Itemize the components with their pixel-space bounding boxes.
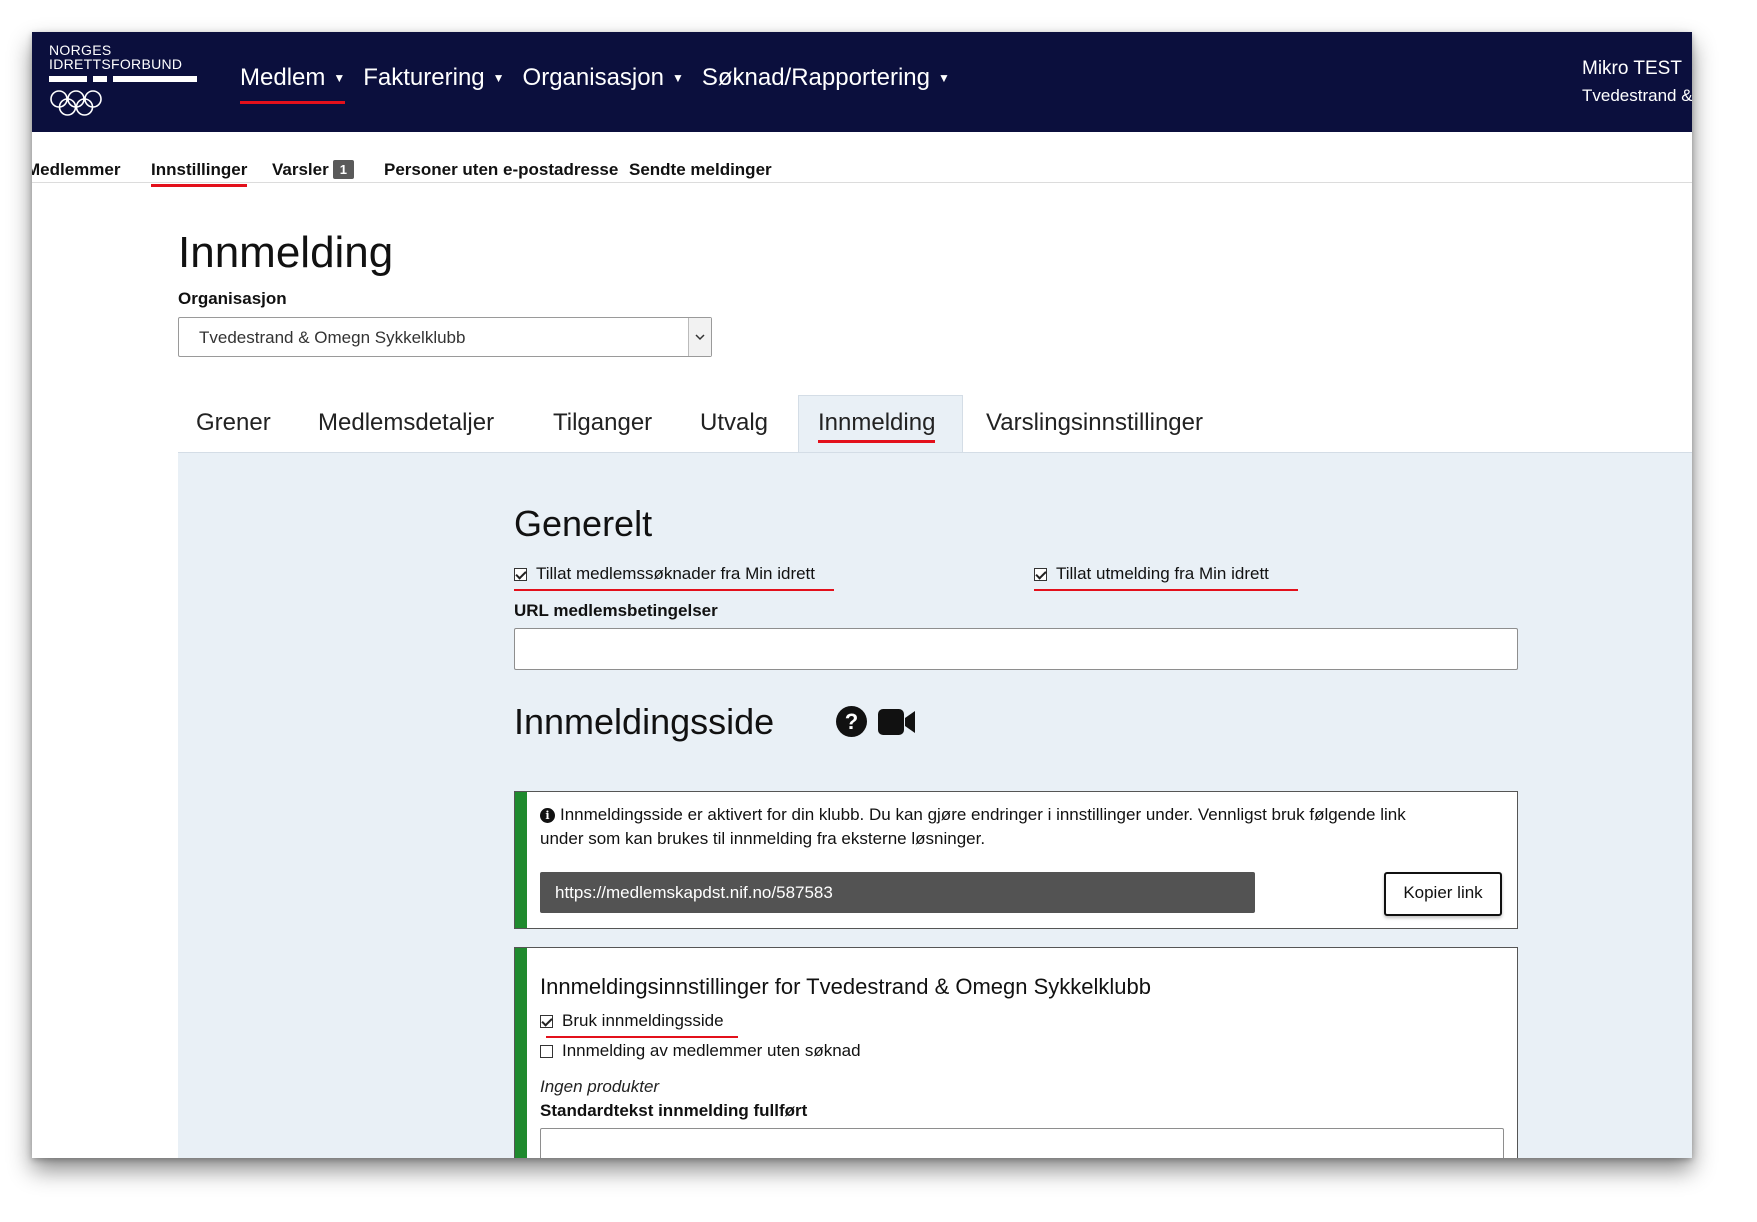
highlight-underline xyxy=(1034,589,1298,591)
tab-grener[interactable]: Grener xyxy=(196,409,271,437)
innmeldingsside-info-box: i Innmeldingsside er aktivert for din klu… xyxy=(514,791,1518,929)
user-club: Tvedestrand & xyxy=(1582,86,1692,105)
tab-medlemsdetaljer[interactable]: Medlemsdetaljer xyxy=(318,409,494,437)
top-navbar: NORGES IDRETTSFORBUND Medlem ▼ Fakturerin… xyxy=(32,32,1692,132)
info-message: i Innmeldingsside er aktivert for din klu… xyxy=(540,803,1406,827)
video-camera-icon[interactable] xyxy=(878,709,916,735)
highlight-underline xyxy=(546,1036,738,1038)
highlight-underline xyxy=(514,589,834,591)
subnav-sendte-meldinger[interactable]: Sendte meldinger xyxy=(629,160,772,180)
use-signup-page-label: Bruk innmeldingsside xyxy=(562,1011,724,1030)
standard-text-textarea[interactable] xyxy=(540,1128,1504,1158)
organisation-label: Organisasjon xyxy=(178,289,287,308)
subnav-medlemmer[interactable]: Medlemmer xyxy=(32,160,120,180)
success-stripe xyxy=(515,792,527,928)
allow-applications-checkbox-row[interactable]: Tillat medlemssøknader fra Min idrett xyxy=(514,564,815,584)
subnav-innstillinger[interactable]: Innstillinger xyxy=(151,160,248,187)
organisation-select[interactable]: Tvedestrand & Omegn Sykkelklubb xyxy=(178,317,712,357)
no-application-checkbox-row[interactable]: Innmelding av medlemmer uten søknad xyxy=(540,1041,861,1061)
no-application-checkbox[interactable] xyxy=(540,1044,553,1058)
tab-tilganger[interactable]: Tilganger xyxy=(553,409,652,437)
olympic-rings-icon xyxy=(50,90,102,116)
chevron-down-icon: ▼ xyxy=(333,71,346,85)
standard-text-label: Standardtekst innmelding fullført xyxy=(540,1101,808,1120)
allow-applications-checkbox[interactable] xyxy=(514,567,527,581)
tab-content-panel: Generelt Tillat medlemssøknader fra Min … xyxy=(178,452,1692,1158)
nav-soknad-rapportering[interactable]: Søknad/Rapportering ▼ xyxy=(702,64,950,102)
copy-link-button[interactable]: Kopier link xyxy=(1384,872,1502,916)
no-application-label: Innmelding av medlemmer uten søknad xyxy=(562,1041,861,1060)
chevron-down-icon: ▼ xyxy=(671,71,684,85)
sub-navbar: Medlemmer Innstillinger Varsler 1 Persone… xyxy=(32,132,1692,187)
subnav-varsler[interactable]: Varsler 1 xyxy=(272,160,354,180)
use-signup-page-checkbox[interactable] xyxy=(540,1014,553,1028)
url-terms-input[interactable] xyxy=(514,628,1518,670)
allow-resign-checkbox[interactable] xyxy=(1034,567,1047,581)
user-name: Mikro TEST xyxy=(1582,58,1682,79)
tab-utvalg[interactable]: Utvalg xyxy=(700,409,768,437)
user-menu[interactable]: Mikro TEST Tvedestrand & xyxy=(1582,58,1692,106)
no-products-note: Ingen produkter xyxy=(540,1077,660,1096)
flag-bars xyxy=(49,76,197,82)
organisation-select-value: Tvedestrand & Omegn Sykkelklubb xyxy=(199,328,466,347)
app-window: NORGES IDRETTSFORBUND Medlem ▼ Fakturerin… xyxy=(32,32,1692,1158)
generelt-heading: Generelt xyxy=(514,503,653,544)
url-terms-label: URL medlemsbetingelser xyxy=(514,601,718,620)
club-settings-heading: Innmeldingsinnstillinger for Tvedestrand… xyxy=(540,974,1152,999)
use-signup-page-checkbox-row[interactable]: Bruk innmeldingsside xyxy=(540,1011,724,1031)
tab-innmelding[interactable]: Innmelding xyxy=(818,409,936,443)
varsler-count-badge: 1 xyxy=(332,160,354,179)
chevron-down-icon: ▼ xyxy=(492,71,505,85)
innmeldingsside-heading: Innmeldingsside xyxy=(514,701,775,742)
settings-tabs: Grener Medlemsdetaljer Tilganger Utvalg … xyxy=(178,395,1692,453)
signup-link-field[interactable]: https://medlemskapdst.nif.no/587583 xyxy=(540,872,1255,913)
success-stripe xyxy=(515,948,527,1158)
allow-resign-label: Tillat utmelding fra Min idrett xyxy=(1056,564,1269,583)
nav-fakturering[interactable]: Fakturering ▼ xyxy=(363,64,504,102)
nav-medlem[interactable]: Medlem ▼ xyxy=(240,64,346,104)
allow-resign-checkbox-row[interactable]: Tillat utmelding fra Min idrett xyxy=(1034,564,1269,584)
nav-organisasjon[interactable]: Organisasjon ▼ xyxy=(523,64,684,102)
question-circle-icon[interactable]: ? xyxy=(836,706,867,737)
chevron-down-icon[interactable] xyxy=(688,318,711,356)
page-title: Innmelding xyxy=(178,228,394,277)
nif-logo[interactable]: NORGES IDRETTSFORBUND xyxy=(49,43,199,119)
subnav-personer-uten-epost[interactable]: Personer uten e-postadresse xyxy=(384,160,618,180)
tab-varslingsinnstillinger[interactable]: Varslingsinnstillinger xyxy=(986,409,1203,437)
chevron-down-icon: ▼ xyxy=(937,71,950,85)
main-nav: Medlem ▼ Fakturering ▼ Organisasjon ▼ Søkna… xyxy=(240,64,968,104)
info-message-line2: under som kan brukes til innmelding fra … xyxy=(540,829,986,848)
allow-applications-label: Tillat medlemssøknader fra Min idrett xyxy=(536,564,816,583)
info-icon: i xyxy=(540,808,555,823)
logo-line2: IDRETTSFORBUND xyxy=(49,56,183,72)
logo-line1: NORGES xyxy=(49,42,112,58)
club-signup-settings-box: Innmeldingsinnstillinger for Tvedestrand… xyxy=(514,947,1518,1158)
